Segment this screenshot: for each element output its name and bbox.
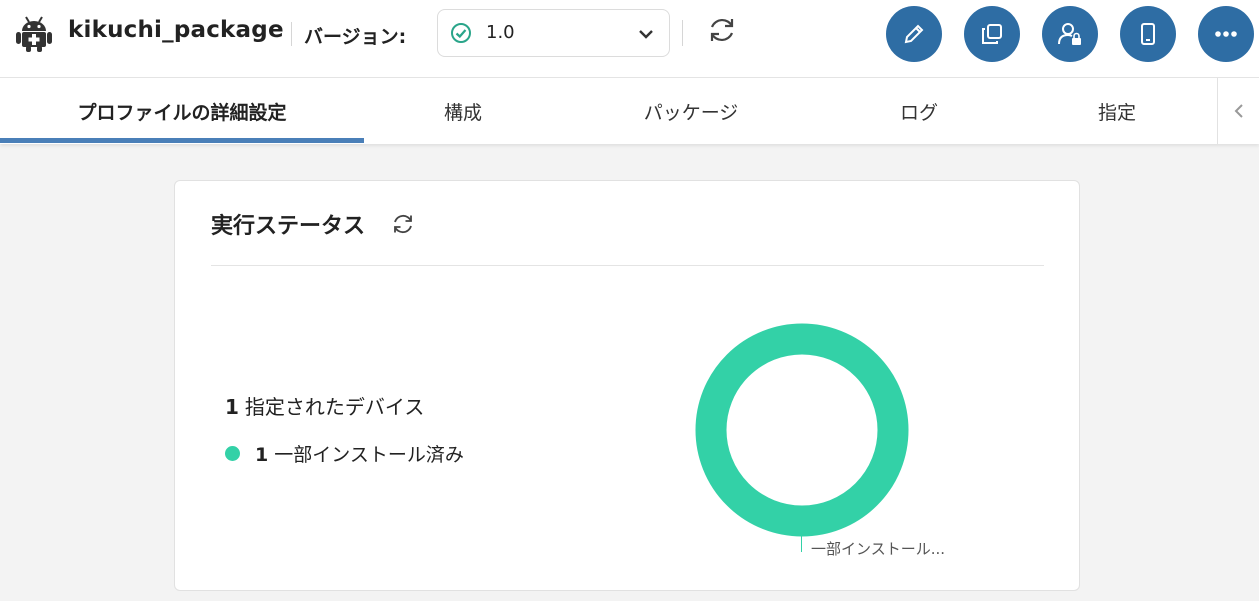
tab-scroll-left-button[interactable] [1217, 78, 1259, 144]
mobile-device-icon [1141, 23, 1155, 45]
more-dots-icon [1215, 31, 1237, 37]
assigned-devices-stat: 1 指定されたデバイス [225, 391, 424, 420]
android-icon [16, 16, 52, 52]
tab-assignment[interactable]: 指定 [1018, 78, 1216, 144]
tab-packages[interactable]: パッケージ [592, 78, 790, 144]
header-divider [682, 20, 683, 46]
refresh-icon[interactable] [391, 212, 415, 236]
copy-icon [982, 24, 1002, 44]
donut-label: 一部インストール... [811, 540, 946, 558]
check-circle-icon [451, 23, 471, 43]
tab-bar: プロファイルの詳細設定 構成 パッケージ ログ 指定 [0, 78, 1259, 144]
header-bar: kikuchi_package バージョン: 1.0 [0, 0, 1259, 78]
version-label: バージョン: [304, 26, 407, 48]
tab-profile-details[interactable]: プロファイルの詳細設定 [0, 78, 364, 144]
assigned-label: 指定されたデバイス [244, 395, 425, 419]
user-lock-button[interactable] [1042, 6, 1098, 62]
tab-configuration[interactable]: 構成 [364, 78, 562, 144]
card-title: 実行ステータス [211, 214, 366, 239]
user-lock-icon [1058, 23, 1081, 45]
card-divider [211, 265, 1044, 266]
package-name: kikuchi_package [68, 17, 284, 43]
assigned-count: 1 [225, 395, 239, 419]
active-tab-indicator [0, 138, 364, 143]
device-button[interactable] [1120, 6, 1176, 62]
tab-logs[interactable]: ログ [820, 78, 1018, 144]
legend-dot [225, 446, 240, 461]
pencil-icon [904, 24, 924, 44]
execution-status-card: 実行ステータス 1 指定されたデバイス 1 一部インストール済み 一部インストール.… [174, 180, 1080, 591]
status-donut-chart [695, 323, 909, 537]
donut-label-leader [801, 536, 802, 552]
refresh-icon[interactable] [706, 14, 738, 46]
legend-item: 1 一部インストール済み [255, 440, 464, 467]
version-value: 1.0 [486, 22, 515, 43]
donut-segment-partial-install [695, 323, 909, 537]
chevron-down-icon [639, 30, 653, 39]
legend-count: 1 [255, 444, 269, 466]
more-button[interactable] [1198, 6, 1254, 62]
header-divider [291, 22, 292, 46]
copy-button[interactable] [964, 6, 1020, 62]
version-select[interactable]: 1.0 [437, 9, 670, 57]
legend-label: 一部インストール済み [274, 444, 464, 466]
chevron-left-icon [1234, 104, 1243, 118]
edit-button[interactable] [886, 6, 942, 62]
